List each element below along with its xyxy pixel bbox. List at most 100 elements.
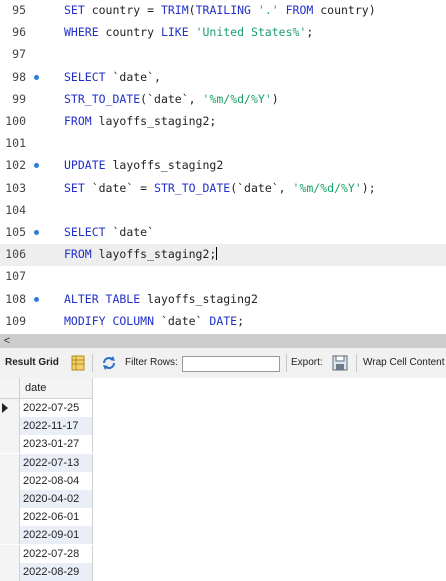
editor-line[interactable]: 103 SET `date` = STR_TO_DATE(`date`, '%m/…: [0, 178, 446, 200]
code-text: ALTER TABLE layoffs_staging2: [64, 292, 258, 306]
date-cell[interactable]: 2022-06-01: [20, 508, 93, 527]
row-header[interactable]: [0, 508, 20, 527]
grid-view-icon[interactable]: [70, 348, 86, 378]
table-row[interactable]: 2022-08-04: [0, 471, 93, 490]
code-token: ;: [306, 25, 314, 40]
code-token: country: [105, 25, 161, 40]
row-header[interactable]: [0, 435, 20, 454]
line-number: 100: [5, 114, 26, 128]
code-token: ,: [154, 69, 161, 84]
editor-line[interactable]: 106 FROM layoffs_staging2;: [0, 244, 446, 267]
code-token: ;: [237, 313, 245, 328]
line-number: 104: [5, 202, 26, 217]
row-header[interactable]: [0, 417, 20, 436]
text-cursor: [216, 247, 218, 261]
row-header[interactable]: [0, 453, 20, 472]
table-row[interactable]: 2022-06-01: [0, 508, 93, 527]
code-text: UPDATE layoffs_staging2: [64, 158, 223, 172]
code-token: 'United States%': [195, 25, 307, 40]
date-cell[interactable]: 2020-04-02: [20, 490, 93, 508]
code-token: STR_TO_DATE: [154, 180, 231, 195]
editor-line[interactable]: 96 WHERE country LIKE 'United States%';: [0, 22, 446, 44]
line-number: 97: [12, 47, 26, 62]
editor-line[interactable]: 101: [0, 133, 446, 155]
code-token: TRIM: [160, 3, 189, 17]
row-header[interactable]: [0, 562, 20, 581]
editor-line[interactable]: 99 STR_TO_DATE(`date`, '%m/%d/%Y'): [0, 89, 446, 111]
row-header[interactable]: [0, 544, 20, 563]
editor-line[interactable]: 97: [0, 44, 446, 66]
date-cell[interactable]: 2023-01-27: [20, 435, 93, 454]
code-token: TRAILING: [195, 3, 258, 17]
column-header-date[interactable]: date: [20, 378, 93, 399]
date-cell[interactable]: 2022-08-04: [20, 471, 93, 490]
row-header[interactable]: [0, 526, 20, 545]
editor-line[interactable]: 105 SELECT `date`: [0, 222, 446, 244]
table-row[interactable]: 2023-01-27: [0, 435, 93, 454]
editor-line[interactable]: 100 FROM layoffs_staging2;: [0, 111, 446, 133]
code-token: country): [320, 3, 376, 17]
date-cell[interactable]: 2022-09-01: [20, 526, 93, 545]
editor-line[interactable]: 108 ALTER TABLE layoffs_staging2: [0, 289, 446, 311]
table-row[interactable]: 2022-08-29: [0, 562, 93, 581]
code-text: SET `date` = STR_TO_DATE(`date`, '%m/%d/…: [64, 181, 376, 195]
export-icon[interactable]: [331, 348, 349, 378]
current-row-arrow-icon: [2, 403, 8, 413]
line-number: 109: [5, 313, 26, 328]
editor-line[interactable]: 107: [0, 266, 446, 288]
date-cell[interactable]: 2022-11-17: [20, 417, 93, 436]
line-number: 106: [5, 247, 26, 262]
result-grid: date 2022-07-25 2022-11-17 2023-01-27 2022-…: [0, 378, 446, 581]
filter-rows-input[interactable]: [182, 356, 280, 372]
editor-line[interactable]: 98 SELECT `date`,: [0, 67, 446, 89]
table-row[interactable]: 2022-11-17: [0, 417, 93, 436]
code-text: FROM layoffs_staging2;: [64, 247, 218, 261]
date-cell[interactable]: 2022-07-28: [20, 544, 93, 563]
code-token: STR_TO_DATE: [64, 91, 141, 106]
table-row[interactable]: 2022-09-01: [0, 526, 93, 545]
editor-horizontal-scrollbar[interactable]: <: [0, 334, 446, 348]
code-token: SELECT: [64, 225, 113, 239]
code-token: );: [361, 180, 376, 195]
grid-header: date: [0, 378, 93, 399]
row-header[interactable]: [0, 399, 20, 417]
grid-corner[interactable]: [0, 378, 20, 399]
filter-rows-label: Filter Rows:: [125, 357, 178, 368]
editor-line[interactable]: 102 UPDATE layoffs_staging2: [0, 155, 446, 177]
editor-line[interactable]: 104: [0, 200, 446, 222]
code-token: FROM: [64, 114, 99, 128]
code-token: `date`: [237, 180, 279, 195]
table-row[interactable]: 2022-07-13: [0, 453, 93, 472]
line-number: 98: [12, 69, 26, 84]
code-token: country =: [91, 3, 161, 17]
code-token: SET: [64, 3, 92, 17]
code-token: '.': [257, 3, 286, 17]
code-token: WHERE: [64, 25, 106, 40]
row-header[interactable]: [0, 471, 20, 490]
code-token: ALTER TABLE: [64, 291, 148, 306]
editor-line[interactable]: 95 SET country = TRIM(TRAILING '.' FROM c…: [0, 0, 446, 22]
editor-line[interactable]: 109 MODIFY COLUMN `date` DATE;: [0, 311, 446, 333]
code-token: layoffs_staging2;: [98, 114, 217, 128]
date-cell[interactable]: 2022-08-29: [20, 562, 93, 581]
wrap-cell-content-toggle[interactable]: Wrap Cell Content: [363, 348, 445, 378]
line-number: 96: [12, 25, 26, 40]
code-text: MODIFY COLUMN `date` DATE;: [64, 314, 244, 328]
code-token: SET: [64, 180, 92, 195]
result-grid-tab[interactable]: Result Grid: [5, 348, 59, 378]
refresh-icon[interactable]: [100, 348, 118, 378]
table-row[interactable]: 2022-07-25: [0, 399, 93, 417]
date-cell[interactable]: 2022-07-13: [20, 453, 93, 472]
scroll-left-icon[interactable]: <: [1, 334, 13, 348]
code-token: '%m/%d/%Y': [292, 180, 362, 195]
code-token: UPDATE: [64, 158, 113, 173]
row-header[interactable]: [0, 490, 20, 508]
table-row[interactable]: 2022-07-28: [0, 544, 93, 563]
sql-editor[interactable]: 95 SET country = TRIM(TRAILING '.' FROM c…: [0, 0, 446, 334]
code-token: `date`: [160, 313, 210, 328]
table-row[interactable]: 2020-04-02: [0, 490, 93, 508]
date-cell[interactable]: 2022-07-25: [20, 399, 93, 417]
line-number: 99: [12, 91, 26, 106]
code-token: LIKE: [160, 25, 196, 40]
export-label: Export:: [291, 357, 323, 368]
